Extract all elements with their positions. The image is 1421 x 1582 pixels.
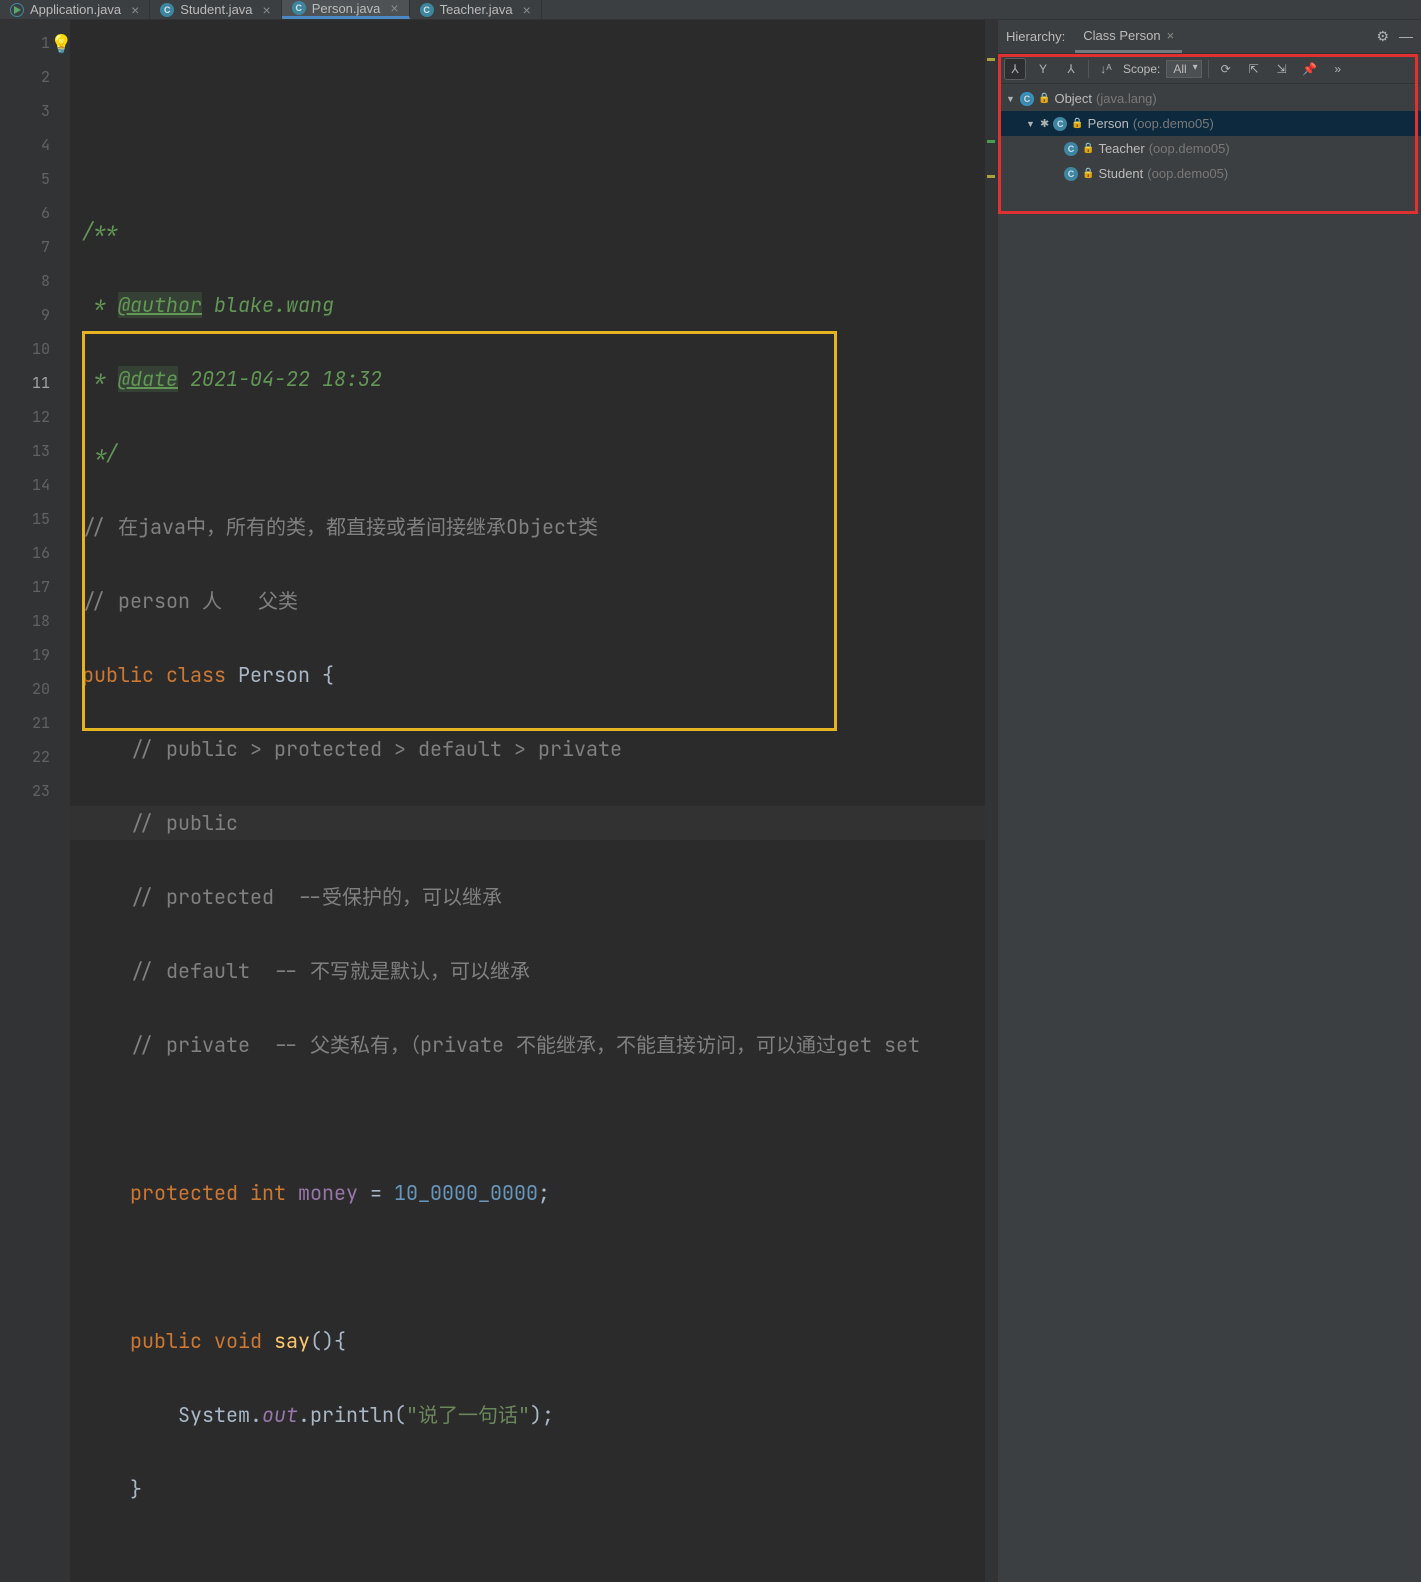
autoscroll-icon[interactable]: ⇱ bbox=[1243, 58, 1265, 80]
refresh-icon[interactable]: ⟳ bbox=[1215, 58, 1237, 80]
tab-teacher[interactable]: C Teacher.java × bbox=[410, 0, 542, 19]
tree-label: Object bbox=[1054, 91, 1092, 106]
line-number: 15 bbox=[0, 502, 70, 536]
scope-label: Scope: bbox=[1123, 62, 1160, 76]
hierarchy-tree: ▼ C 🔒 Object (java.lang) ▼ ✱ C 🔒 Person … bbox=[998, 84, 1421, 186]
comment: // person 人 父类 bbox=[82, 588, 298, 614]
lock-icon: 🔒 bbox=[1082, 143, 1094, 154]
scope-dropdown[interactable]: All bbox=[1166, 60, 1201, 78]
hierarchy-tab[interactable]: Class Person × bbox=[1075, 20, 1182, 53]
line-number: 6 bbox=[0, 196, 70, 230]
tree-row[interactable]: ▼ C 🔒 Object (java.lang) bbox=[998, 86, 1421, 111]
sort-icon[interactable]: ↓ᴬ bbox=[1095, 58, 1117, 80]
tree-row[interactable]: ▼ ✱ C 🔒 Person (oop.demo05) bbox=[998, 111, 1421, 136]
line-number: 5 bbox=[0, 162, 70, 196]
close-icon[interactable]: × bbox=[390, 0, 398, 16]
hierarchy-header: Hierarchy: Class Person × ⚙ — bbox=[998, 20, 1421, 54]
tree-package: (oop.demo05) bbox=[1149, 141, 1230, 156]
close-icon[interactable]: × bbox=[131, 2, 139, 18]
comment: // 在java中，所有的类，都直接或者间接继承Object类 bbox=[82, 514, 598, 540]
editor-tabs: Application.java × C Student.java × C Pe… bbox=[0, 0, 1421, 20]
class-hierarchy-icon[interactable]: ⅄ bbox=[1004, 58, 1026, 80]
class-icon: C bbox=[1064, 167, 1078, 181]
tab-label: Student.java bbox=[180, 2, 252, 17]
tree-label: Student bbox=[1098, 166, 1143, 181]
hierarchy-title: Hierarchy: bbox=[1006, 29, 1065, 44]
tree-row[interactable]: C 🔒 Teacher (oop.demo05) bbox=[998, 136, 1421, 161]
class-icon: C bbox=[1020, 92, 1034, 106]
class-icon: C bbox=[420, 3, 434, 17]
line-number: 20 bbox=[0, 672, 70, 706]
expand-icon[interactable]: ▼ bbox=[1006, 94, 1016, 104]
line-number: 17 bbox=[0, 570, 70, 604]
line-number: 19 bbox=[0, 638, 70, 672]
tab-person[interactable]: C Person.java × bbox=[282, 0, 410, 19]
tree-row[interactable]: C 🔒 Student (oop.demo05) bbox=[998, 161, 1421, 186]
minimize-icon[interactable]: — bbox=[1399, 28, 1413, 45]
expand-icon[interactable]: ▼ bbox=[1026, 119, 1036, 129]
run-icon bbox=[10, 3, 24, 17]
close-icon[interactable]: × bbox=[263, 2, 271, 18]
tree-package: (java.lang) bbox=[1096, 91, 1157, 106]
line-number: 2 bbox=[0, 60, 70, 94]
star-icon: ✱ bbox=[1040, 117, 1049, 130]
line-number: 8 bbox=[0, 264, 70, 298]
tab-label: Teacher.java bbox=[440, 2, 513, 17]
gear-icon[interactable]: ⚙ bbox=[1376, 28, 1389, 45]
tree-label: Person bbox=[1088, 116, 1129, 131]
tab-student[interactable]: C Student.java × bbox=[150, 0, 281, 19]
class-icon: C bbox=[1064, 142, 1078, 156]
line-number: 4 bbox=[0, 128, 70, 162]
line-number: 13 bbox=[0, 434, 70, 468]
lock-icon: 🔒 bbox=[1071, 118, 1083, 129]
code-area[interactable]: /** * @author blake.wang * @date 2021-04… bbox=[70, 20, 985, 1582]
editor-marker-strip[interactable] bbox=[985, 20, 997, 1582]
doc-comment: /** bbox=[82, 218, 118, 244]
pin-icon[interactable]: 📌 bbox=[1299, 58, 1321, 80]
line-number: 22 bbox=[0, 740, 70, 774]
lock-icon: 🔒 bbox=[1082, 168, 1094, 179]
javadoc-tag: @date bbox=[118, 366, 178, 392]
close-icon[interactable]: × bbox=[523, 2, 531, 18]
tab-application[interactable]: Application.java × bbox=[0, 0, 150, 19]
line-number: 7 bbox=[0, 230, 70, 264]
javadoc-tag: @author bbox=[118, 292, 202, 318]
hierarchy-toolbar: ⅄ Y ⅄ ↓ᴬ Scope: All ⟳ ⇱ ⇲ 📌 » bbox=[998, 54, 1421, 84]
subtypes-icon[interactable]: ⅄ bbox=[1060, 58, 1082, 80]
tab-label: Application.java bbox=[30, 2, 121, 17]
class-icon: C bbox=[160, 3, 174, 17]
line-number: 12 bbox=[0, 400, 70, 434]
gutter: 1 2 3 4 5 6 7 8 9 10 11 12 13 14 15 16 1… bbox=[0, 20, 70, 1582]
tree-label: Teacher bbox=[1098, 141, 1144, 156]
line-number: 14 bbox=[0, 468, 70, 502]
line-number: 16 bbox=[0, 536, 70, 570]
line-number: 11 bbox=[0, 366, 70, 400]
line-number: 18 bbox=[0, 604, 70, 638]
expand-icon[interactable]: ⇲ bbox=[1271, 58, 1293, 80]
supertypes-icon[interactable]: Y bbox=[1032, 58, 1054, 80]
tree-package: (oop.demo05) bbox=[1147, 166, 1228, 181]
class-icon: C bbox=[292, 1, 306, 15]
intention-bulb-icon[interactable]: 💡 bbox=[50, 28, 66, 44]
tree-package: (oop.demo05) bbox=[1133, 116, 1214, 131]
hierarchy-panel: Hierarchy: Class Person × ⚙ — ⅄ Y ⅄ ↓ᴬ S… bbox=[997, 20, 1421, 1582]
lock-icon: 🔒 bbox=[1038, 93, 1050, 104]
line-number: 3 bbox=[0, 94, 70, 128]
line-number: 23 bbox=[0, 774, 70, 808]
line-number: 10 bbox=[0, 332, 70, 366]
hierarchy-tab-label: Class Person bbox=[1083, 28, 1160, 43]
code-editor[interactable]: 1 2 3 4 5 6 7 8 9 10 11 12 13 14 15 16 1… bbox=[0, 20, 997, 1582]
more-icon[interactable]: » bbox=[1327, 58, 1349, 80]
line-number: 21 bbox=[0, 706, 70, 740]
tab-label: Person.java bbox=[312, 1, 381, 16]
line-number: 9 bbox=[0, 298, 70, 332]
class-icon: C bbox=[1053, 117, 1067, 131]
close-icon[interactable]: × bbox=[1167, 28, 1175, 43]
